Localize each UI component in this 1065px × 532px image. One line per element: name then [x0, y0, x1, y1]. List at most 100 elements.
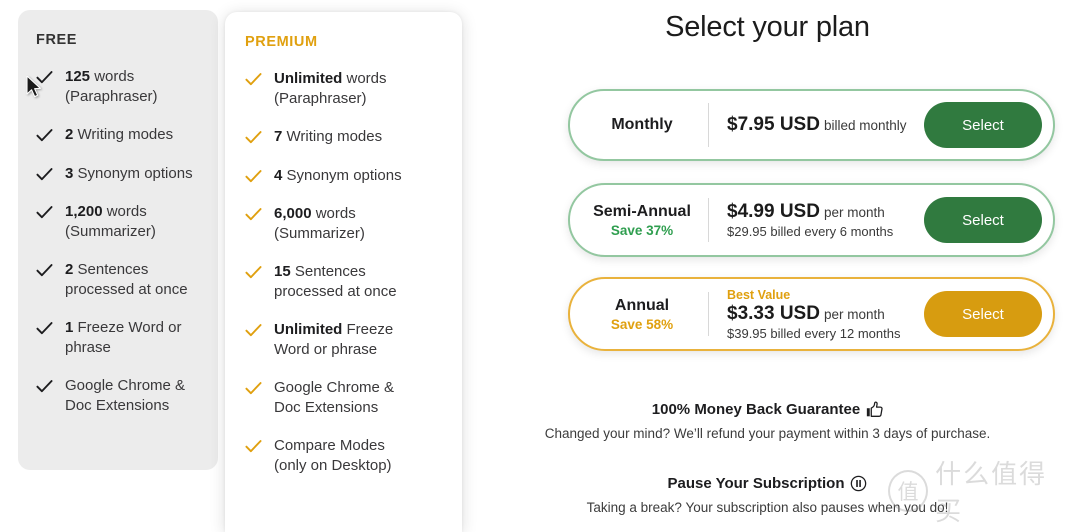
plan-row-semi-annual[interactable]: Semi-Annual Save 37% $4.99 USD per month …	[568, 183, 1055, 257]
plan-row-annual[interactable]: Annual Save 58% Best Value $3.33 USD per …	[568, 277, 1055, 351]
plan-price-note: per month	[823, 205, 885, 220]
pause-title: Pause Your Subscription	[667, 475, 845, 492]
plan-name: Annual	[614, 296, 670, 314]
premium-feature-list: Unlimited words (Paraphraser) 7 Writing mo…	[245, 69, 442, 475]
feature-value: 15	[274, 263, 291, 280]
feature-item: 125 words (Paraphraser)	[36, 67, 200, 106]
feature-label: 7 Writing modes	[274, 128, 383, 145]
thumbs-up-icon	[866, 401, 883, 418]
check-icon	[245, 206, 262, 223]
check-icon	[36, 320, 53, 337]
feature-label: 2 Writing modes	[65, 126, 174, 143]
check-icon	[245, 380, 262, 397]
plan-row-semi-annual-pricing: $4.99 USD per month $29.95 billed every 6…	[709, 201, 924, 239]
feature-item: Unlimited words (Paraphraser)	[245, 69, 442, 108]
select-button-annual[interactable]: Select	[924, 291, 1042, 337]
feature-label: 6,000 words (Summarizer)	[274, 205, 365, 242]
feature-value: 125	[65, 68, 91, 85]
feature-item: 2 Sentences processed at once	[36, 260, 200, 299]
feature-item: 7 Writing modes	[245, 127, 442, 147]
plan-billed-note: $39.95 billed every 12 months	[727, 325, 901, 341]
plan-price-note: per month	[823, 306, 885, 322]
page-title: Select your plan	[665, 11, 870, 43]
plan-price: $4.99 USD	[727, 201, 820, 222]
premium-plan-card: PREMIUM Unlimited words (Paraphraser) 7 Wr…	[225, 12, 462, 532]
select-plan-panel: Select your plan Monthly $7.95 USD billed…	[470, 0, 1065, 528]
feature-label: 1,200 words (Summarizer)	[65, 203, 156, 240]
free-plan-card: FREE 125 words (Paraphraser) 2 Writing mod…	[18, 10, 218, 470]
plan-save-badge: Save 58%	[610, 316, 674, 332]
feature-label: Google Chrome & Doc Extensions	[274, 379, 395, 416]
feature-label: 4 Synonym options	[274, 166, 402, 184]
feature-item: 1 Freeze Word or phrase	[36, 318, 200, 357]
feature-label: Unlimited Freeze Word or phrase	[274, 321, 394, 358]
check-icon	[245, 322, 262, 339]
pause-subtext: Taking a break? Your subscription also p…	[586, 500, 949, 515]
plan-name: Monthly	[611, 116, 673, 133]
feature-item: 1,200 words (Summarizer)	[36, 202, 200, 241]
feature-item: Google Chrome & Doc Extensions	[245, 378, 442, 417]
feature-item: 2 Writing modes	[36, 125, 200, 145]
plan-save-badge: Save 37%	[610, 222, 674, 238]
plan-row-monthly-left: Monthly	[570, 116, 708, 134]
select-button-monthly[interactable]: Select	[924, 102, 1042, 148]
plan-price: $7.95 USD	[727, 114, 820, 135]
feature-label: 125 words (Paraphraser)	[65, 68, 158, 105]
check-icon	[36, 127, 53, 144]
check-icon	[245, 168, 262, 185]
guarantee-title: 100% Money Back Guarantee	[651, 401, 861, 418]
feature-value: 1,200	[65, 203, 103, 220]
check-icon	[36, 204, 53, 221]
plan-row-annual-left: Annual Save 58%	[570, 297, 708, 332]
feature-item: Compare Modes (only on Desktop)	[245, 436, 442, 475]
feature-item: 4 Synonym options	[245, 166, 442, 186]
pause-subscription-note: Pause Your Subscription Taking a break? …	[470, 475, 1065, 515]
check-icon	[36, 262, 53, 279]
feature-value: 2	[65, 261, 74, 278]
plan-name: Semi-Annual	[593, 202, 691, 220]
feature-item: Google Chrome & Doc Extensions	[36, 376, 200, 415]
guarantee-subtext: Changed your mind? We’ll refund your pay…	[544, 426, 991, 441]
check-icon	[245, 264, 262, 281]
plan-row-monthly-pricing: $7.95 USD billed monthly	[709, 114, 924, 136]
check-icon	[36, 69, 53, 86]
check-icon	[245, 129, 262, 146]
feature-value: 4	[274, 166, 283, 184]
feature-label: 1 Freeze Word or phrase	[65, 319, 182, 356]
plan-billed-note: $29.95 billed every 6 months	[727, 224, 894, 239]
money-back-guarantee-note: 100% Money Back Guarantee Changed your m…	[470, 401, 1065, 441]
feature-label: 2 Sentences processed at once	[65, 261, 188, 298]
plan-price-note: billed monthly	[823, 118, 907, 133]
free-feature-list: 125 words (Paraphraser) 2 Writing modes 3 S…	[36, 67, 200, 415]
feature-label: 15 Sentences processed at once	[274, 263, 397, 300]
premium-plan-title: PREMIUM	[245, 34, 318, 50]
feature-value: 6,000	[274, 205, 312, 222]
plan-price: $3.33 USD	[727, 302, 820, 324]
pause-circle-icon	[850, 475, 867, 492]
feature-value: Unlimited	[274, 70, 343, 87]
feature-item: 3 Synonym options	[36, 164, 200, 184]
check-icon	[36, 378, 53, 395]
feature-value: 7	[274, 128, 283, 145]
plan-comparison-region: FREE 125 words (Paraphraser) 2 Writing mod…	[0, 0, 470, 532]
feature-item: 15 Sentences processed at once	[245, 262, 442, 301]
feature-value: 2	[65, 126, 74, 143]
feature-label: 3 Synonym options	[65, 164, 193, 182]
feature-value: 1	[65, 319, 74, 336]
select-button-semi-annual[interactable]: Select	[924, 197, 1042, 243]
plan-row-monthly[interactable]: Monthly $7.95 USD billed monthly Select	[568, 89, 1055, 161]
feature-label: Unlimited words (Paraphraser)	[274, 70, 387, 107]
check-icon	[245, 438, 262, 455]
free-plan-title: FREE	[36, 32, 78, 48]
check-icon	[245, 71, 262, 88]
check-icon	[36, 166, 53, 183]
feature-value: 3	[65, 164, 74, 182]
feature-item: Unlimited Freeze Word or phrase	[245, 320, 442, 359]
plan-row-semi-annual-left: Semi-Annual Save 37%	[570, 203, 708, 238]
best-value-badge: Best Value	[727, 287, 791, 302]
feature-item: 6,000 words (Summarizer)	[245, 204, 442, 243]
feature-value: Unlimited	[274, 321, 343, 338]
plan-row-annual-pricing: Best Value $3.33 USD per month $39.95 bil…	[709, 288, 924, 341]
feature-label: Google Chrome & Doc Extensions	[65, 377, 186, 414]
feature-label: Compare Modes (only on Desktop)	[274, 437, 392, 474]
